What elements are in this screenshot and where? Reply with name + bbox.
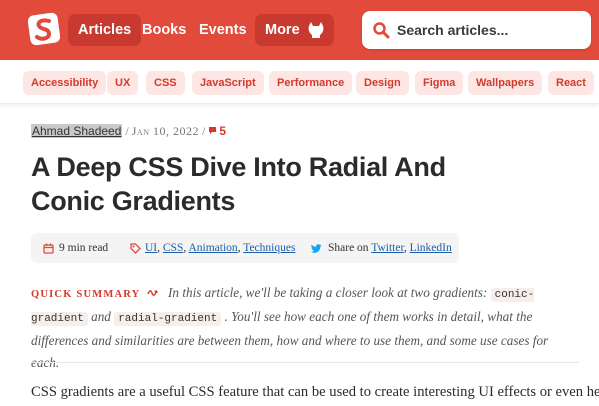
site-header: Articles Books Events More Search articl… xyxy=(0,0,599,60)
category-design[interactable]: Design xyxy=(356,71,409,95)
twitter-icon xyxy=(311,244,322,253)
squiggle-arrow-icon xyxy=(147,290,158,296)
article-meta: Ahmad Shadeed / Jan 10, 2022 / 5 xyxy=(31,124,226,139)
article-info-box: 9 min read UI, CSS, Animation, Technique… xyxy=(31,233,459,263)
summary-text-1: In this article, we'll be taking a close… xyxy=(168,285,488,300)
nav-more-button[interactable]: More xyxy=(255,14,334,46)
cat-icon xyxy=(308,22,324,38)
publish-date: Jan 10, 2022 xyxy=(131,124,199,138)
category-react[interactable]: React xyxy=(548,71,594,95)
author-link[interactable]: Ahmad Shadeed xyxy=(31,124,123,138)
category-javascript[interactable]: JavaScript xyxy=(192,71,264,95)
share-twitter-link[interactable]: Twitter xyxy=(371,242,404,254)
calendar-icon xyxy=(43,243,54,254)
category-wallpapers[interactable]: Wallpapers xyxy=(468,71,543,95)
tag-ui[interactable]: UI xyxy=(145,242,157,254)
nav-more-label: More xyxy=(265,22,300,38)
quick-summary-label: QUICK SUMMARY xyxy=(31,289,141,300)
search-input[interactable]: Search articles... xyxy=(362,11,591,49)
nav-events[interactable]: Events xyxy=(189,14,257,46)
nav-books[interactable]: Books xyxy=(132,14,196,46)
divider xyxy=(31,362,579,363)
comment-icon xyxy=(209,127,217,134)
tags-list: UI, CSS, Animation, Techniques xyxy=(145,242,296,254)
category-ux[interactable]: UX xyxy=(107,71,139,95)
meta-separator: / xyxy=(125,124,129,138)
tag-icon xyxy=(130,243,141,254)
share-prefix: Share on xyxy=(328,242,369,254)
search-icon xyxy=(373,22,390,39)
summary-and: and xyxy=(91,309,111,324)
article-body-first-line: CSS gradients are a useful CSS feature t… xyxy=(31,384,599,400)
read-time: 9 min read xyxy=(59,242,109,254)
search-placeholder: Search articles... xyxy=(397,22,509,38)
quick-summary: QUICK SUMMARY In this article, we'll be … xyxy=(31,282,579,374)
category-bar: Accessibility UX CSS JavaScript Performa… xyxy=(0,60,599,104)
share-links: Share on Twitter, LinkedIn xyxy=(328,242,452,254)
nav-articles[interactable]: Articles xyxy=(68,14,142,46)
comments-link[interactable]: 5 xyxy=(208,124,226,138)
category-performance[interactable]: Performance xyxy=(269,71,353,95)
tag-css[interactable]: CSS xyxy=(163,242,183,254)
meta-separator-2: / xyxy=(201,124,206,138)
article-title: A Deep CSS Dive Into Radial And Conic Gr… xyxy=(31,152,446,216)
tag-animation[interactable]: Animation xyxy=(188,242,237,254)
category-css[interactable]: CSS xyxy=(146,71,185,95)
share-linkedin-link[interactable]: LinkedIn xyxy=(410,242,452,254)
code-radial-gradient: radial-gradient xyxy=(114,312,222,326)
tag-techniques[interactable]: Techniques xyxy=(243,242,295,254)
comments-count: 5 xyxy=(219,124,227,138)
category-figma[interactable]: Figma xyxy=(415,71,464,95)
smashing-logo[interactable] xyxy=(28,12,60,46)
category-accessibility[interactable]: Accessibility xyxy=(23,71,107,95)
